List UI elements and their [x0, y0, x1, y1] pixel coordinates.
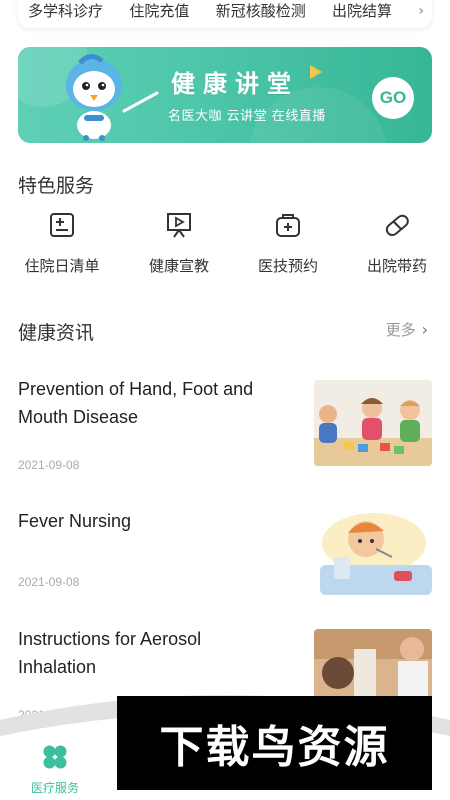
sick-child-cartoon-image [314, 503, 432, 595]
nav-medical-services[interactable]: 医疗服务 [0, 744, 110, 796]
news-date: 2021-09-08 [18, 458, 80, 472]
service-tech-appointment[interactable]: 医技预约 [238, 210, 338, 276]
play-icon [310, 65, 322, 79]
news-more-link[interactable]: 更多 › [386, 319, 428, 340]
go-button[interactable]: GO [372, 77, 414, 119]
service-daily-list[interactable]: 住院日清单 [12, 210, 112, 276]
health-lecture-banner[interactable]: 健康讲堂 名医大咖 云讲堂 在线直播 GO [18, 47, 432, 143]
presentation-icon [167, 213, 191, 238]
quick-link-mdt[interactable]: 多学科诊疗 [28, 2, 103, 20]
pill-icon [385, 214, 409, 237]
watermark-text: 下载鸟资源 [159, 722, 390, 773]
quick-link-recharge[interactable]: 住院充值 [129, 2, 189, 20]
service-health-education[interactable]: 健康宣教 [129, 210, 229, 276]
service-label: 健康宣教 [148, 257, 209, 275]
list-plus-icon [50, 213, 74, 237]
news-title: Prevention of Hand, Foot and Mouth Disea… [18, 379, 254, 427]
news-date: 2021-09-08 [18, 575, 80, 589]
children-playing-image [314, 380, 432, 466]
quick-link-covid-test[interactable]: 新冠核酸检测 [216, 2, 306, 20]
clover-icon [43, 745, 67, 769]
news-title: Instructions for Aerosol Inhalation [18, 629, 202, 677]
service-label: 出院带药 [366, 257, 427, 275]
watermark-logo: 下载鸟资源 [117, 696, 432, 790]
more-label: 更多 [385, 321, 416, 339]
service-discharge-medication[interactable]: 出院带药 [347, 210, 447, 276]
mascot-icon [66, 54, 159, 141]
quick-links-bar: 多学科诊疗 住院充值 新冠核酸检测 出院结算 › [18, 0, 432, 28]
nav-label: 医疗服务 [30, 781, 79, 795]
news-section-title: 健康资讯 [18, 322, 95, 344]
services-grid: 住院日清单 健康宣教 医技预约 出院带药 [0, 210, 450, 280]
services-section-title: 特色服务 [18, 175, 95, 197]
banner-subtitle: 名医大咖 云讲堂 在线直播 [168, 109, 326, 124]
banner-title: 健康讲堂 [171, 70, 299, 98]
service-label: 医技预约 [257, 257, 318, 275]
chevron-right-icon: › [421, 320, 428, 339]
quick-link-discharge-settlement[interactable]: 出院结算 [332, 2, 392, 20]
chevron-right-icon: › [418, 3, 424, 19]
news-title: Fever Nursing [18, 511, 132, 531]
medical-kit-icon [276, 214, 300, 237]
service-label: 住院日清单 [24, 257, 100, 275]
